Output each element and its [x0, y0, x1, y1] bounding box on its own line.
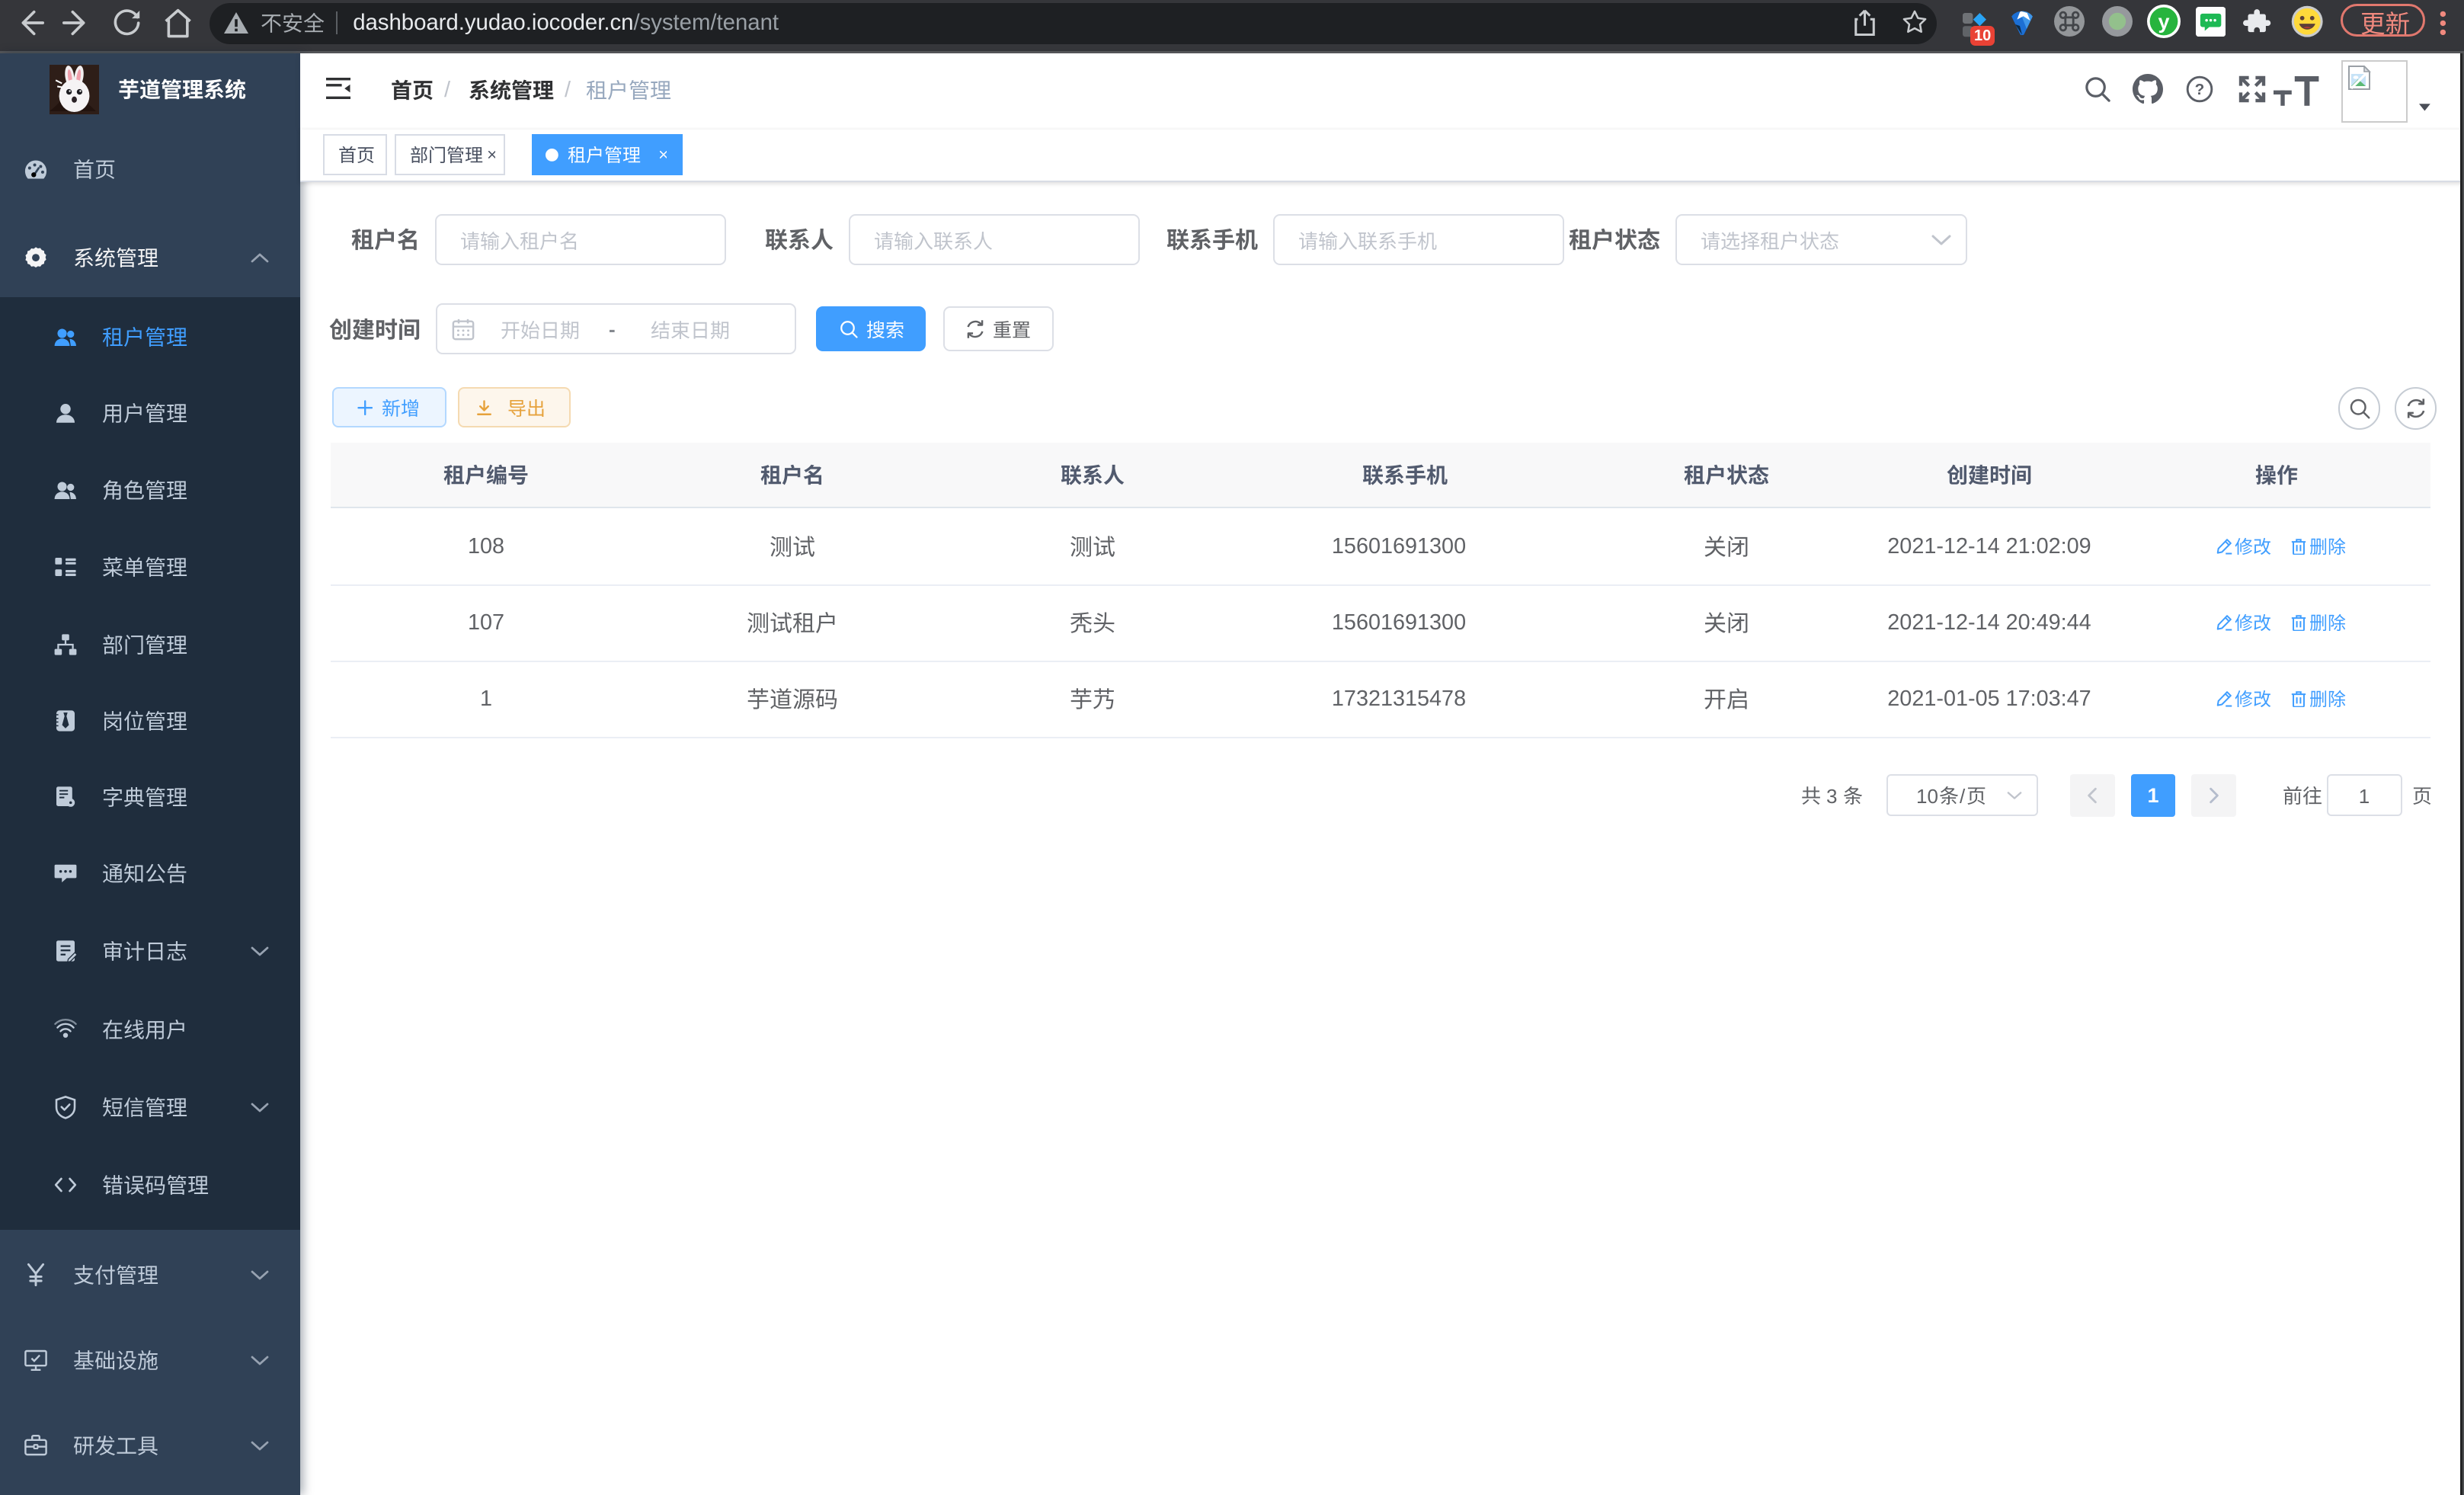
svg-text:y: y — [2158, 11, 2170, 34]
svg-text:?: ? — [2195, 81, 2205, 98]
